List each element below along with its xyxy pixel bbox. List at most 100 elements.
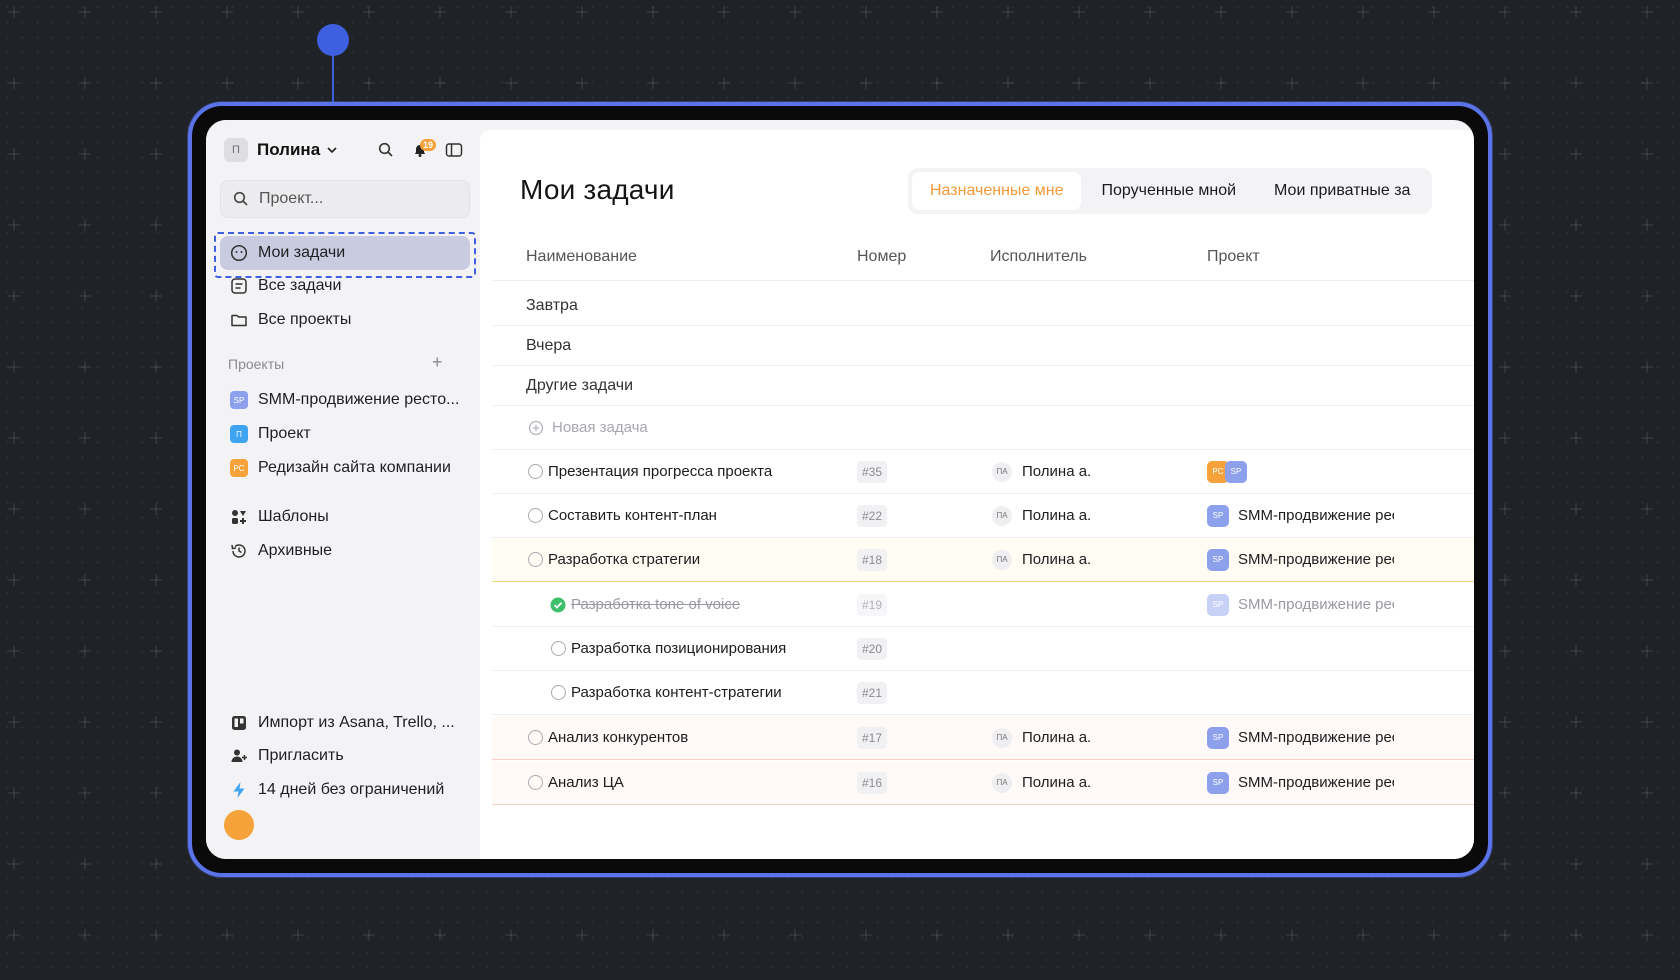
task-checkbox[interactable] [528,508,543,523]
column-header-number[interactable]: Номер [857,248,906,266]
check-circle-icon[interactable] [550,597,566,613]
sidebar-item-import[interactable]: Импорт из Asana, Trello, ... [220,706,470,740]
group-row-other[interactable]: Другие задачи [492,366,1474,406]
tab-private[interactable]: Мои приватные за [1256,172,1428,210]
assignee-name: Полина а. [1022,729,1092,746]
toggle-sidebar-button[interactable] [444,140,464,160]
project-search-input[interactable] [259,190,449,208]
column-header-name[interactable]: Наименование [526,248,637,266]
sidebar-item-invite[interactable]: Пригласить [220,739,470,773]
task-name: Разработка стратегии [548,551,701,568]
avatar: ПА [992,505,1012,526]
sidebar-item-label: Редизайн сайта компании [258,459,451,476]
project-badge: SP [1207,726,1229,749]
assignee-name: Полина а. [1022,463,1092,480]
sidebar-item-label: Импорт из Asana, Trello, ... [258,714,455,731]
sidebar-toggle-icon [445,143,463,157]
tab-assigned-by-me[interactable]: Порученные мной [1083,172,1254,210]
project-name: SMM-продвижение ресторана [1238,774,1394,791]
task-number: #22 [857,504,888,527]
project-name: SMM-продвижение ресторана [1238,551,1394,568]
task-row[interactable]: Анализ ЦА #16 ПА Полина а. SP SMM-продви… [492,761,1474,805]
main-panel: Мои задачи Назначенные мне Порученные мн… [480,130,1474,859]
sidebar-item-templates[interactable]: Шаблоны [220,500,470,534]
invite-user-icon [230,747,248,765]
new-task-row[interactable]: Новая задача [492,406,1474,450]
history-icon [230,542,248,560]
sidebar-item-label: Проект [258,425,311,442]
avatar: ПА [992,461,1012,482]
avatar: ПА [992,549,1012,570]
list-icon [230,277,248,295]
page-title: Мои задачи [520,174,675,205]
sidebar-project-redesign[interactable]: PC Редизайн сайта компании [220,451,470,485]
project-badge: SP [1207,593,1229,616]
task-checkbox[interactable] [528,464,543,479]
sidebar-item-label: Все задачи [258,277,342,294]
task-row[interactable]: Составить контент-план #22 ПА Полина а. … [492,494,1474,538]
user-avatar[interactable] [224,810,254,840]
sidebar-item-all-tasks[interactable]: Все задачи [220,269,470,303]
task-checkbox[interactable] [551,641,566,656]
avatar: ПА [992,727,1012,748]
plus-circle-icon [528,420,544,435]
app-window: П Полина 19 Проект... Мои задачи Все зад… [206,120,1474,859]
task-name: Разработка контент-стратегии [571,684,782,701]
task-name: Разработка позиционирования [571,640,787,657]
subtask-row[interactable]: Разработка позиционирования #20 [492,627,1474,671]
subtask-row[interactable]: Разработка tone of voice #19 SP SMM-прод… [492,583,1474,627]
bolt-icon [230,781,248,799]
project-badge: SP [1207,771,1229,794]
sidebar-item-label: 14 дней без ограничений [258,781,445,798]
project-badge: PC [230,459,248,477]
sidebar-item-label: Все проекты [258,311,352,328]
assignee-name: Полина а. [1022,774,1092,791]
project-badge: SP [1207,548,1229,571]
workspace-avatar: П [224,138,248,162]
column-header-assignee[interactable]: Исполнитель [990,248,1087,266]
avatar: ПА [992,772,1012,793]
notification-count: 19 [420,139,437,151]
search-button[interactable] [376,140,396,160]
task-checkbox[interactable] [528,775,543,790]
task-checkbox[interactable] [528,552,543,567]
group-label: Другие задачи [526,376,634,394]
task-checkbox[interactable] [551,685,566,700]
task-name: Анализ ЦА [548,774,624,791]
notifications-button[interactable]: 19 [410,139,437,160]
tab-assigned-to-me[interactable]: Назначенные мне [912,172,1082,210]
task-name: Анализ конкурентов [548,729,689,746]
sidebar-project-project[interactable]: П Проект [220,417,470,451]
task-row[interactable]: Анализ конкурентов #17 ПА Полина а. SP S… [492,716,1474,760]
task-number: #19 [857,593,888,616]
group-label: Вчера [526,336,572,354]
project-name: SMM-продвижение ресторана [1238,507,1394,524]
assignee-name: Полина а. [1022,507,1092,524]
task-row[interactable]: Презентация прогресса проекта #35 ПА Пол… [492,450,1474,494]
project-badge: SP [1207,504,1229,527]
task-number: #35 [857,460,888,483]
new-task-label: Новая задача [552,419,648,436]
sidebar-item-all-projects[interactable]: Все проекты [220,303,470,337]
sidebar-item-trial[interactable]: 14 дней без ограничений [220,773,470,807]
subtask-row[interactable]: Разработка контент-стратегии #21 [492,671,1474,715]
project-name: SMM-продвижение ресторана [1238,596,1394,613]
device-frame: П Полина 19 Проект... Мои задачи Все зад… [188,102,1492,877]
workspace-switcher[interactable]: П Полина 19 [224,136,468,164]
search-icon [378,142,393,157]
add-project-button[interactable]: + [432,352,443,373]
group-row-yesterday[interactable]: Вчера [492,326,1474,366]
sidebar-item-label: Пригласить [258,747,344,764]
sidebar-item-archive[interactable]: Архивные [220,534,470,568]
sidebar-project-smm[interactable]: SP SMM-продвижение ресто... [220,383,470,417]
projects-section-label: Проекты [228,356,285,372]
task-number: #21 [857,681,888,704]
project-search[interactable] [220,180,470,218]
column-header-project[interactable]: Проект [1207,248,1260,266]
group-row-tomorrow[interactable]: Завтра [492,286,1474,326]
project-name: SMM-продвижение ресторана [1238,729,1394,746]
trello-icon [230,714,248,732]
task-checkbox[interactable] [528,730,543,745]
sidebar: П Полина 19 Проект... Мои задачи Все зад… [206,120,480,859]
task-row[interactable]: Разработка стратегии #18 ПА Полина а. SP… [492,538,1474,582]
